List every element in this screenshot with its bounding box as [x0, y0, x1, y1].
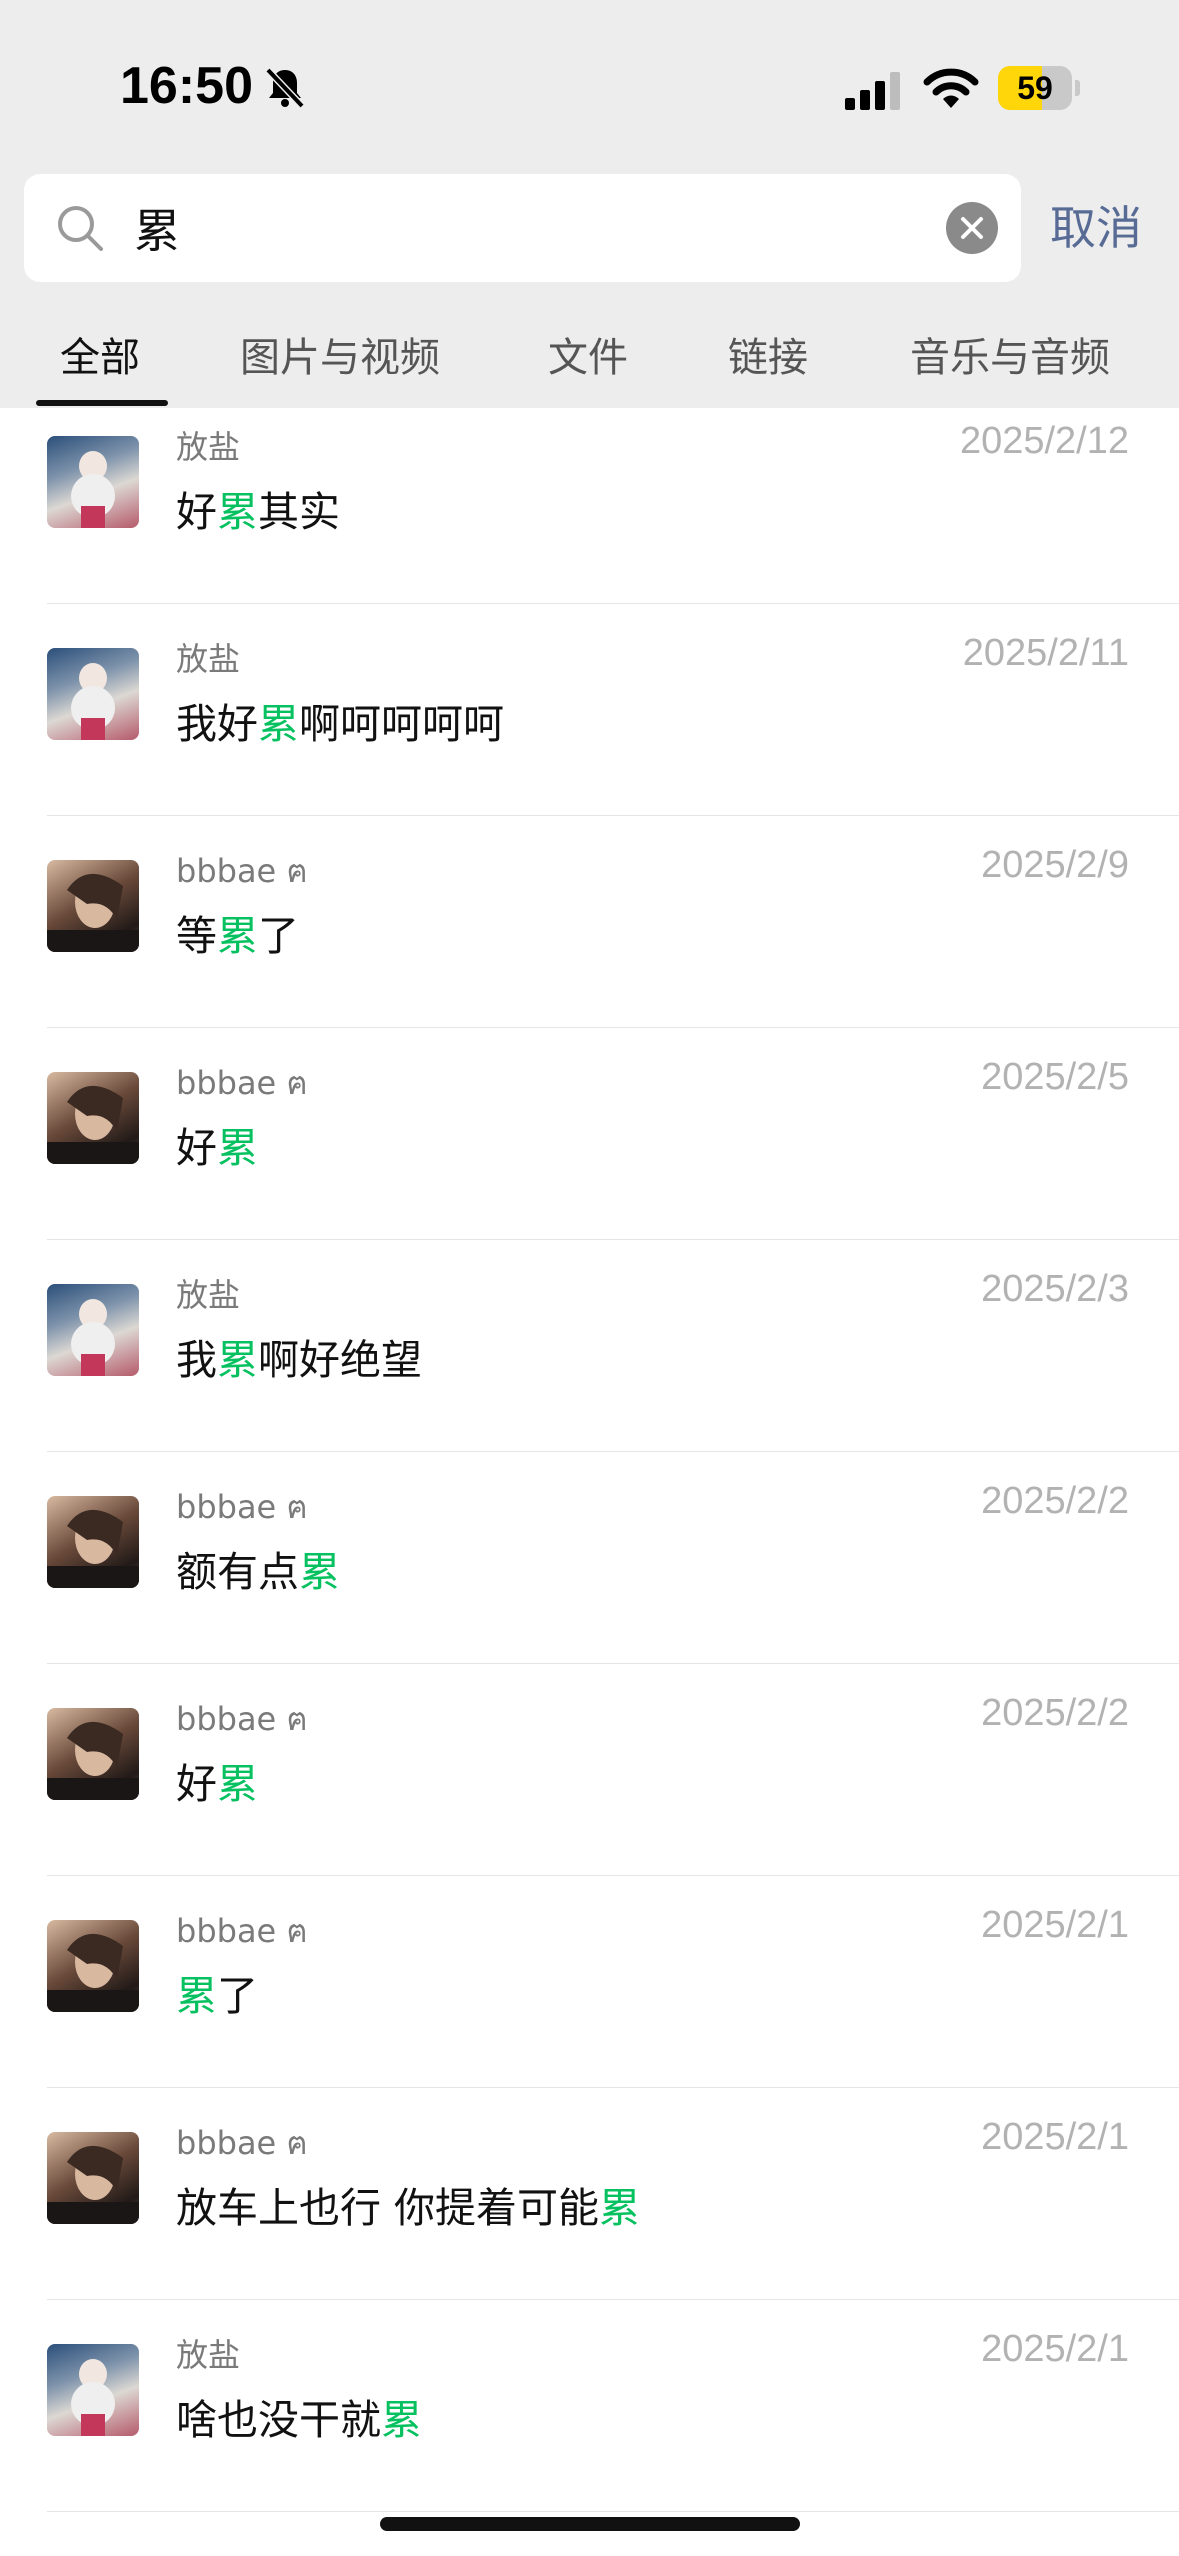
message-snippet: 累了: [176, 1962, 258, 2022]
message-date: 2025/2/5: [981, 1056, 1129, 1098]
sender-name: bbbae ฅ: [176, 1488, 308, 1526]
sender-name: bbbae ฅ: [176, 1912, 308, 1950]
message-snippet: 好累: [176, 1750, 258, 1810]
message-date: 2025/2/3: [981, 1268, 1129, 1310]
search-bar[interactable]: [24, 174, 1021, 282]
list-item[interactable]: bbbae ฅ 2025/2/9 等累了: [0, 816, 1179, 1028]
list-item[interactable]: bbbae ฅ 2025/2/1 累了: [0, 1876, 1179, 2088]
search-icon: [58, 206, 103, 251]
list-item[interactable]: bbbae ฅ 2025/2/2 额有点累: [0, 1452, 1179, 1664]
keyword-highlight: 累: [217, 1760, 258, 1808]
sender-name: 放盐: [176, 2336, 241, 2374]
sender-name: bbbae ฅ: [176, 1064, 308, 1102]
list-item[interactable]: 放盐 2025/2/12 好累其实: [0, 392, 1179, 604]
message-text: 放车上也行 你提着可能: [176, 2184, 600, 2232]
status-time: 16:50: [120, 57, 253, 115]
message-snippet: 我累啊好绝望: [176, 1326, 422, 1386]
list-item[interactable]: bbbae ฅ 2025/2/5 好累: [0, 1028, 1179, 1240]
message-text: 好: [176, 1760, 217, 1808]
battery-icon: 59: [998, 66, 1080, 110]
avatar[interactable]: [47, 2132, 139, 2224]
avatar[interactable]: [47, 1072, 139, 1164]
message-text: 等: [176, 912, 217, 960]
signal-icon: [845, 72, 900, 110]
message-text: 了: [258, 912, 299, 960]
search-input[interactable]: [134, 188, 934, 268]
message-snippet: 等累了: [176, 902, 299, 962]
message-date: 2025/2/1: [981, 2328, 1129, 2370]
message-text: 好: [176, 488, 217, 536]
message-date: 2025/2/1: [981, 2116, 1129, 2158]
message-snippet: 好累: [176, 1114, 258, 1174]
message-text: 好: [176, 1124, 217, 1172]
keyword-highlight: 累: [599, 2184, 641, 2232]
sender-name: 放盐: [176, 640, 241, 678]
sender-name: bbbae ฅ: [176, 852, 308, 890]
sender-name: 放盐: [176, 428, 241, 466]
divider: [47, 2511, 1179, 2512]
avatar[interactable]: [47, 1284, 139, 1376]
message-snippet: 好累其实: [176, 478, 340, 538]
message-date: 2025/2/2: [981, 1692, 1129, 1734]
message-snippet: 放车上也行 你提着可能累: [176, 2174, 640, 2234]
avatar[interactable]: [47, 1708, 139, 1800]
keyword-highlight: 累: [217, 1336, 258, 1384]
sender-name: bbbae ฅ: [176, 2124, 308, 2162]
avatar[interactable]: [47, 436, 139, 528]
message-date: 2025/2/11: [962, 632, 1129, 674]
list-item[interactable]: 放盐 2025/2/11 我好累啊呵呵呵呵: [0, 604, 1179, 816]
message-snippet: 额有点累: [176, 1538, 340, 1598]
close-icon: [961, 217, 983, 239]
message-date: 2025/2/2: [981, 1480, 1129, 1522]
clear-search-button[interactable]: [946, 202, 998, 254]
message-snippet: 我好累啊呵呵呵呵: [176, 690, 504, 750]
home-indicator: [380, 2517, 800, 2531]
message-text: 了: [217, 1972, 258, 2020]
header-area: 16:50 59 累 取消 全部 图片与视频 文件 链接 音乐与音频: [0, 0, 1179, 408]
keyword-highlight: 累: [299, 1548, 340, 1596]
list-item[interactable]: bbbae ฅ 2025/2/2 好累: [0, 1664, 1179, 1876]
message-text: 额有点: [176, 1548, 299, 1596]
message-text: 我: [176, 1336, 217, 1384]
avatar[interactable]: [47, 860, 139, 952]
list-item[interactable]: bbbae ฅ 2025/2/1 放车上也行 你提着可能累: [0, 2088, 1179, 2300]
message-date: 2025/2/1: [981, 1904, 1129, 1946]
list-item[interactable]: 放盐 2025/2/1 啥也没干就累: [0, 2300, 1179, 2512]
avatar[interactable]: [47, 2344, 139, 2436]
message-text: 其实: [258, 488, 340, 536]
battery-level: 59: [1017, 70, 1053, 106]
avatar[interactable]: [47, 648, 139, 740]
bell-slash-icon: [265, 67, 305, 109]
keyword-highlight: 累: [176, 1972, 217, 2020]
keyword-highlight: 累: [258, 700, 299, 748]
message-text: 啊呵呵呵呵: [299, 700, 504, 748]
message-date: 2025/2/9: [981, 844, 1129, 886]
message-date: 2025/2/12: [959, 420, 1129, 462]
keyword-highlight: 累: [217, 912, 258, 960]
message-text: 啥也没干就: [176, 2396, 381, 2444]
message-text: 我好: [176, 700, 258, 748]
wifi-icon: [923, 68, 979, 108]
message-snippet: 啥也没干就累: [176, 2386, 422, 2446]
list-item[interactable]: 放盐 2025/2/3 我累啊好绝望: [0, 1240, 1179, 1452]
sender-name: bbbae ฅ: [176, 1700, 308, 1738]
keyword-highlight: 累: [381, 2396, 422, 2444]
keyword-highlight: 累: [217, 488, 258, 536]
cancel-button[interactable]: 取消: [1050, 190, 1142, 266]
keyword-highlight: 累: [217, 1124, 258, 1172]
message-text: 啊好绝望: [258, 1336, 422, 1384]
avatar[interactable]: [47, 1920, 139, 2012]
status-bar: 16:50 59: [0, 0, 1179, 160]
sender-name: 放盐: [176, 1276, 241, 1314]
avatar[interactable]: [47, 1496, 139, 1588]
